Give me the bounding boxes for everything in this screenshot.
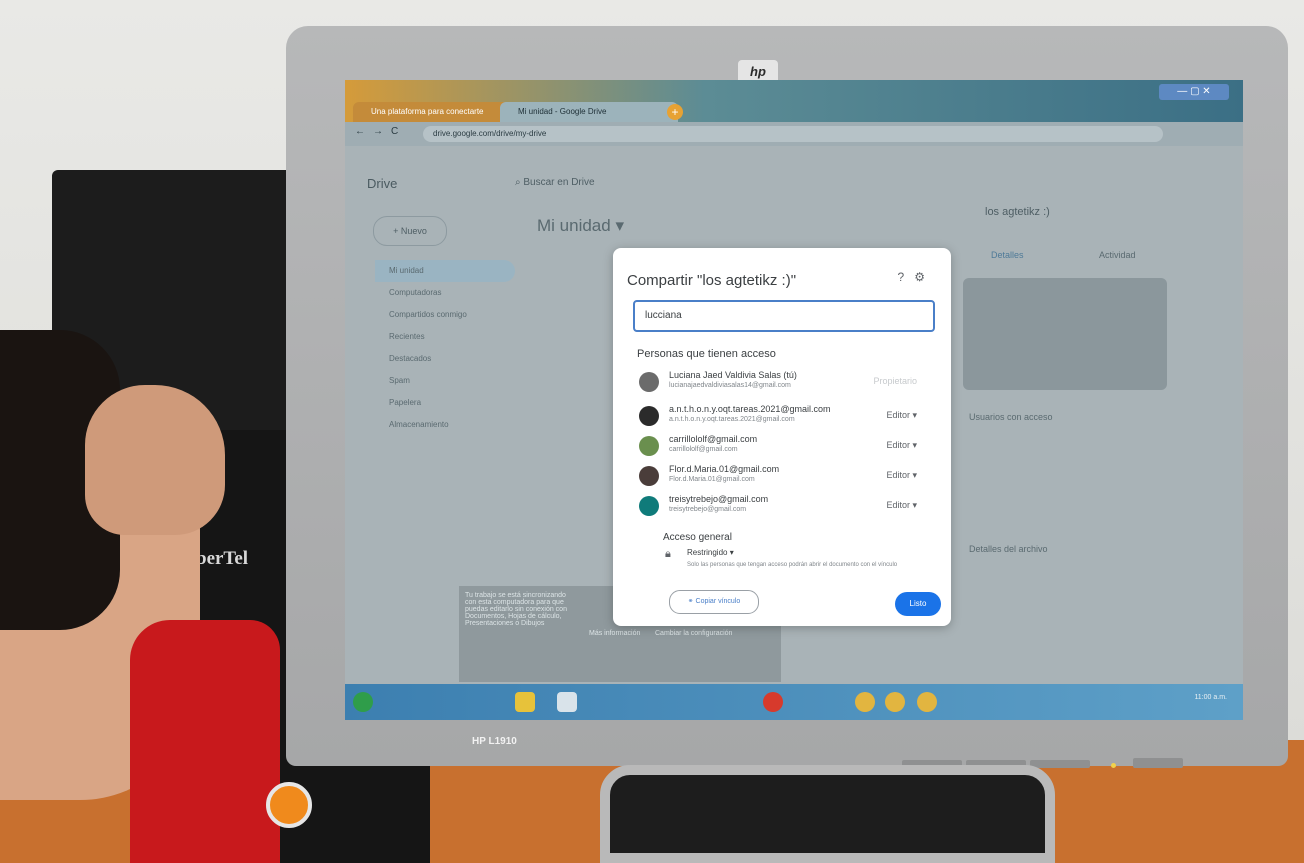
sidebar-item-spam[interactable]: Spam bbox=[375, 370, 515, 392]
chevron-down-icon: ▾ bbox=[912, 470, 917, 480]
taskbar-app-icon[interactable] bbox=[763, 692, 783, 712]
person-name: a.n.t.h.o.n.y.oqt.tareas.2021@gmail.com bbox=[669, 404, 831, 414]
drive-logo[interactable]: Drive bbox=[367, 176, 397, 191]
monitor-model: HP L1910 bbox=[472, 736, 517, 747]
reload-icon[interactable]: C bbox=[391, 126, 398, 137]
forward-icon[interactable]: → bbox=[373, 126, 383, 137]
sidebar-item-papelera[interactable]: Papelera bbox=[375, 392, 515, 414]
role-dropdown[interactable]: Editor ▾ bbox=[886, 440, 917, 451]
avatar bbox=[639, 372, 659, 392]
lock-icon: 🔒︎ bbox=[665, 548, 671, 560]
users-with-access-heading: Usuarios con acceso bbox=[969, 412, 1053, 422]
sidebar-item-destacados[interactable]: Destacados bbox=[375, 348, 515, 370]
new-tab-button[interactable]: + bbox=[667, 104, 683, 120]
back-icon[interactable]: ← bbox=[355, 126, 365, 137]
detail-tab-detalles[interactable]: Detalles bbox=[991, 250, 1024, 260]
avatar bbox=[639, 466, 659, 486]
add-people-input[interactable]: lucciana bbox=[633, 300, 935, 332]
taskbar-folder-icon[interactable] bbox=[515, 692, 535, 712]
chrome-icon[interactable] bbox=[917, 692, 937, 712]
done-button[interactable]: Listo bbox=[895, 592, 941, 616]
sync-change-settings-link[interactable]: Cambiar la configuración bbox=[655, 630, 732, 637]
tab-drive[interactable]: Mi unidad - Google Drive bbox=[500, 102, 678, 122]
detail-tab-actividad[interactable]: Actividad bbox=[1099, 250, 1136, 260]
person-email: a.n.t.h.o.n.y.oqt.tareas.2021@gmail.com bbox=[669, 416, 795, 423]
chevron-down-icon: ▾ bbox=[729, 548, 734, 557]
detail-panel bbox=[959, 198, 1159, 698]
chevron-down-icon: ▾ bbox=[912, 440, 917, 450]
people-with-access-heading: Personas que tienen acceso bbox=[637, 348, 776, 360]
window-controls[interactable]: — ▢ ✕ bbox=[1159, 84, 1229, 100]
share-dialog: Compartir "los agtetikz :)" ?⚙ lucciana … bbox=[613, 248, 951, 626]
role-dropdown[interactable]: Editor ▾ bbox=[886, 410, 917, 421]
power-button bbox=[1133, 758, 1183, 768]
power-led bbox=[1111, 763, 1116, 768]
screen: Una plataforma para conectarte Mi unidad… bbox=[345, 80, 1243, 720]
file-preview bbox=[963, 278, 1167, 390]
person-email: carrillololf@gmail.com bbox=[669, 446, 738, 453]
person-email: treisytrebejo@gmail.com bbox=[669, 506, 747, 513]
access-row: treisytrebejo@gmail.com treisytrebejo@gm… bbox=[639, 494, 939, 524]
access-row: Luciana Jaed Valdivia Salas (tú) luciana… bbox=[639, 370, 939, 400]
chrome-icon[interactable] bbox=[885, 692, 905, 712]
tab-plataforma[interactable]: Una plataforma para conectarte bbox=[353, 102, 516, 122]
restriction-description: Solo las personas que tengan acceso podr… bbox=[687, 562, 898, 568]
role-dropdown[interactable]: Editor ▾ bbox=[886, 470, 917, 481]
chevron-down-icon: ▾ bbox=[912, 500, 917, 510]
drive-sidebar: Mi unidad Computadoras Compartidos conmi… bbox=[375, 260, 515, 436]
person-email: Flor.d.Maria.01@gmail.com bbox=[669, 476, 755, 483]
page-title[interactable]: Mi unidad ▾ bbox=[537, 216, 624, 236]
gear-icon[interactable]: ⚙ bbox=[914, 270, 935, 284]
copy-link-button[interactable]: ⚭ Copiar vínculo bbox=[669, 590, 759, 614]
sync-more-info-link[interactable]: Más información bbox=[589, 630, 640, 637]
monitor-stand bbox=[600, 765, 1055, 863]
person-name: carrillololf@gmail.com bbox=[669, 434, 758, 444]
avatar bbox=[639, 406, 659, 426]
speaker-brand: berTel bbox=[196, 548, 249, 569]
taskbar-app-icon[interactable] bbox=[557, 692, 577, 712]
link-icon: ⚭ bbox=[687, 598, 696, 605]
person-hand bbox=[85, 385, 225, 535]
access-row: Flor.d.Maria.01@gmail.com Flor.d.Maria.0… bbox=[639, 464, 939, 494]
sidebar-item-almacenamiento[interactable]: Almacenamiento bbox=[375, 414, 515, 436]
file-details-heading: Detalles del archivo bbox=[969, 544, 1048, 554]
role-dropdown[interactable]: Editor ▾ bbox=[886, 500, 917, 511]
chrome-icon[interactable] bbox=[855, 692, 875, 712]
avatar bbox=[639, 436, 659, 456]
sidebar-item-compartidos[interactable]: Compartidos conmigo bbox=[375, 304, 515, 326]
sidebar-item-computadoras[interactable]: Computadoras bbox=[375, 282, 515, 304]
help-icon[interactable]: ? bbox=[898, 270, 915, 284]
speaker-knob bbox=[266, 782, 312, 828]
start-icon[interactable] bbox=[353, 692, 373, 712]
drive-search-input[interactable]: ⌕ Buscar en Drive bbox=[515, 170, 935, 196]
owner-label: Propietario bbox=[873, 376, 917, 386]
new-button[interactable]: + Nuevo bbox=[373, 216, 447, 246]
sidebar-item-recientes[interactable]: Recientes bbox=[375, 326, 515, 348]
sidebar-item-mi-unidad[interactable]: Mi unidad bbox=[375, 260, 515, 282]
chevron-down-icon: ▾ bbox=[912, 410, 917, 420]
access-row: a.n.t.h.o.n.y.oqt.tareas.2021@gmail.com … bbox=[639, 404, 939, 434]
monitor-buttons bbox=[902, 755, 1132, 768]
avatar bbox=[639, 496, 659, 516]
person-name: Luciana Jaed Valdivia Salas (tú) bbox=[669, 370, 797, 380]
windows-taskbar: 11:00 a.m. bbox=[345, 684, 1243, 720]
red-sleeve bbox=[130, 620, 280, 863]
access-row: carrillololf@gmail.com carrillololf@gmai… bbox=[639, 434, 939, 464]
detail-title: los agtetikz :) bbox=[985, 206, 1050, 218]
general-access-heading: Acceso general bbox=[663, 532, 732, 543]
restriction-dropdown[interactable]: Restringido ▾ bbox=[687, 548, 734, 557]
person-email: lucianajaedvaldiviasalas14@gmail.com bbox=[669, 382, 791, 389]
taskbar-clock: 11:00 a.m. bbox=[1194, 694, 1227, 701]
person-name: treisytrebejo@gmail.com bbox=[669, 494, 769, 504]
url-bar[interactable]: drive.google.com/drive/my-drive bbox=[423, 126, 1163, 142]
dialog-title: Compartir "los agtetikz :)" bbox=[627, 272, 797, 289]
person-name: Flor.d.Maria.01@gmail.com bbox=[669, 464, 780, 474]
